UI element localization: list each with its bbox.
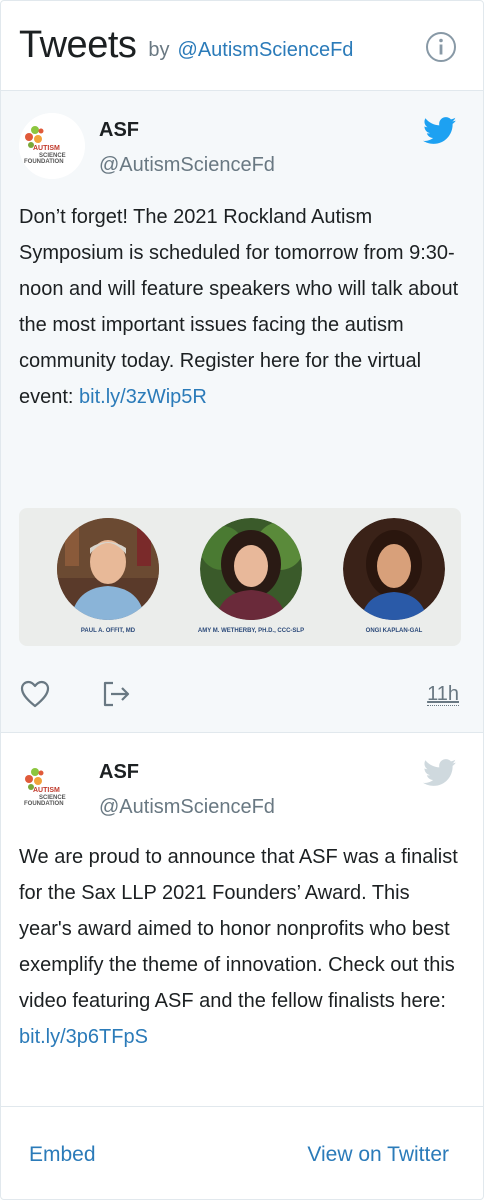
twitter-timeline-widget: Tweets by @AutismScienceFd AUTISM SCIENC… [0,0,484,1200]
info-circle-icon[interactable] [425,31,457,63]
speaker-photo [200,518,302,620]
tweet-timestamp[interactable]: 11h [427,683,459,706]
tweet-card[interactable]: AUTISM SCIENCE FOUNDATION ASF @AutismSci… [1,733,483,1107]
speaker-photo [343,518,445,620]
avatar[interactable]: AUTISM SCIENCE FOUNDATION [19,113,85,179]
speaker-caption: ONGI KAPLAN-GAL [365,628,423,634]
speaker-caption: PAUL A. OFFIT, MD [80,628,136,634]
tweet-text: Don’t forget! The 2021 Rockland Autism S… [19,206,459,408]
speaker-caption: AMY M. WETHERBY, PH.D., CCC-SLP [197,628,305,634]
author-handle[interactable]: @AutismScienceFd [99,154,275,177]
svg-text:FOUNDATION: FOUNDATION [24,159,64,165]
timeline-header: Tweets by @AutismScienceFd [1,1,483,91]
share-icon[interactable] [101,679,131,709]
author-name[interactable]: ASF [99,119,139,142]
speaker-card: PAUL A. OFFIT, MD [53,518,163,635]
tweet-media-image[interactable]: PAUL A. OFFIT, MD AMY M. WETHERBY, PH.D.… [19,508,461,646]
header-by-label: by [148,39,170,61]
tweet-link[interactable]: bit.ly/3zWip5R [79,386,207,408]
speaker-card: AMY M. WETHERBY, PH.D., CCC-SLP [196,518,306,635]
header-handle-link[interactable]: @AutismScienceFd [178,39,354,62]
svg-text:AUTISM: AUTISM [33,145,60,152]
avatar[interactable]: AUTISM SCIENCE FOUNDATION [19,755,85,821]
header-title: Tweets [19,24,137,66]
tweet-text: We are proud to announce that ASF was a … [19,846,458,1048]
svg-text:FOUNDATION: FOUNDATION [24,801,64,807]
tweet-link[interactable]: bit.ly/3p6TFpS [19,1026,148,1048]
author-handle[interactable]: @AutismScienceFd [99,796,275,819]
twitter-bird-icon[interactable] [423,759,457,787]
tweet-actions: 11h [19,679,461,715]
speaker-card: ONGI KAPLAN-GAL [339,518,449,635]
twitter-bird-icon[interactable] [423,117,457,145]
asf-logo-icon: AUTISM SCIENCE FOUNDATION [19,113,85,179]
timeline-footer: Embed View on Twitter [1,1108,483,1199]
svg-text:AUTISM: AUTISM [33,787,60,794]
speaker-photo [57,518,159,620]
embed-link[interactable]: Embed [29,1143,96,1167]
heart-icon[interactable] [19,679,51,709]
tweet-card[interactable]: AUTISM SCIENCE FOUNDATION ASF @AutismSci… [1,91,483,733]
view-on-twitter-link[interactable]: View on Twitter [307,1143,449,1167]
author-name[interactable]: ASF [99,761,139,784]
asf-logo-icon: AUTISM SCIENCE FOUNDATION [19,755,85,821]
